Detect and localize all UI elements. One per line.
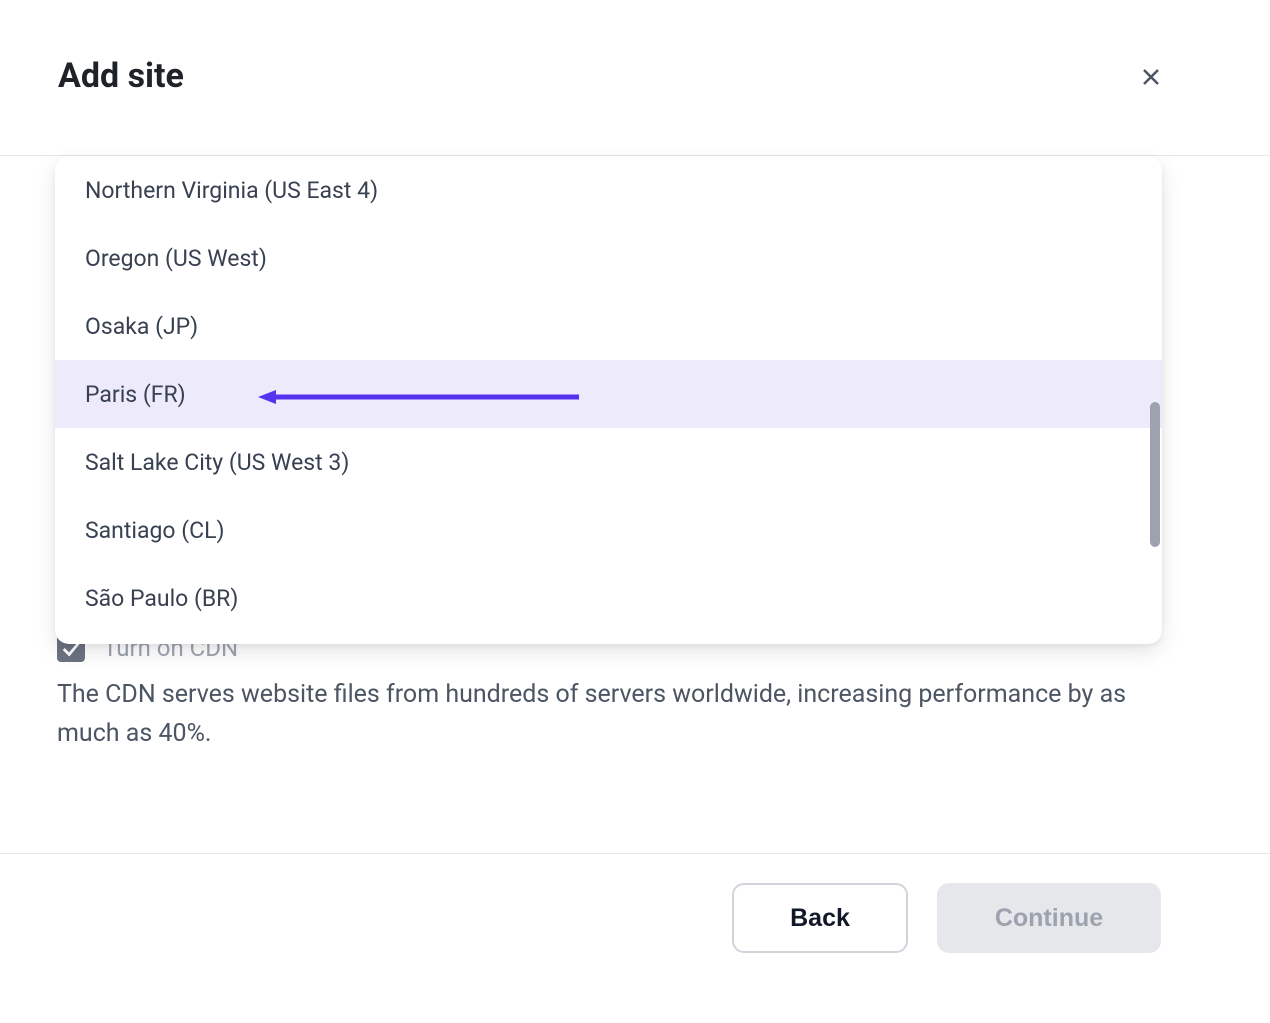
dropdown-option-label: Northern Virginia (US East 4) (85, 177, 378, 204)
page-title: Add site (58, 56, 184, 96)
close-icon (1139, 65, 1163, 92)
dropdown-option-label: Paris (FR) (85, 381, 186, 408)
dropdown-option-label: Osaka (JP) (85, 313, 198, 340)
dropdown-option[interactable]: Oregon (US West) (55, 224, 1162, 292)
back-button[interactable]: Back (732, 883, 908, 953)
cdn-description: The CDN serves website files from hundre… (57, 676, 1139, 754)
dropdown-option[interactable]: Salt Lake City (US West 3) (55, 428, 1162, 496)
dropdown-option-highlighted[interactable]: Paris (FR) (55, 360, 1162, 428)
dialog-header: Add site (0, 0, 1270, 156)
continue-button[interactable]: Continue (937, 883, 1161, 953)
dropdown-option-label: São Paulo (BR) (85, 585, 238, 612)
close-button[interactable] (1137, 64, 1165, 92)
dropdown-option[interactable]: São Paulo (BR) (55, 564, 1162, 632)
dropdown-option-label: Oregon (US West) (85, 245, 267, 272)
dropdown-option[interactable]: Santiago (CL) (55, 496, 1162, 564)
dropdown-option[interactable]: Northern Virginia (US East 4) (55, 156, 1162, 224)
scrollbar-thumb[interactable] (1150, 402, 1160, 547)
dropdown-option-label: Santiago (CL) (85, 517, 224, 544)
dialog-footer: Back Continue (0, 853, 1270, 1023)
dropdown-option[interactable]: Osaka (JP) (55, 292, 1162, 360)
data-center-dropdown[interactable]: Northern Virginia (US East 4) Oregon (US… (55, 156, 1162, 644)
dropdown-option-label: Salt Lake City (US West 3) (85, 449, 349, 476)
